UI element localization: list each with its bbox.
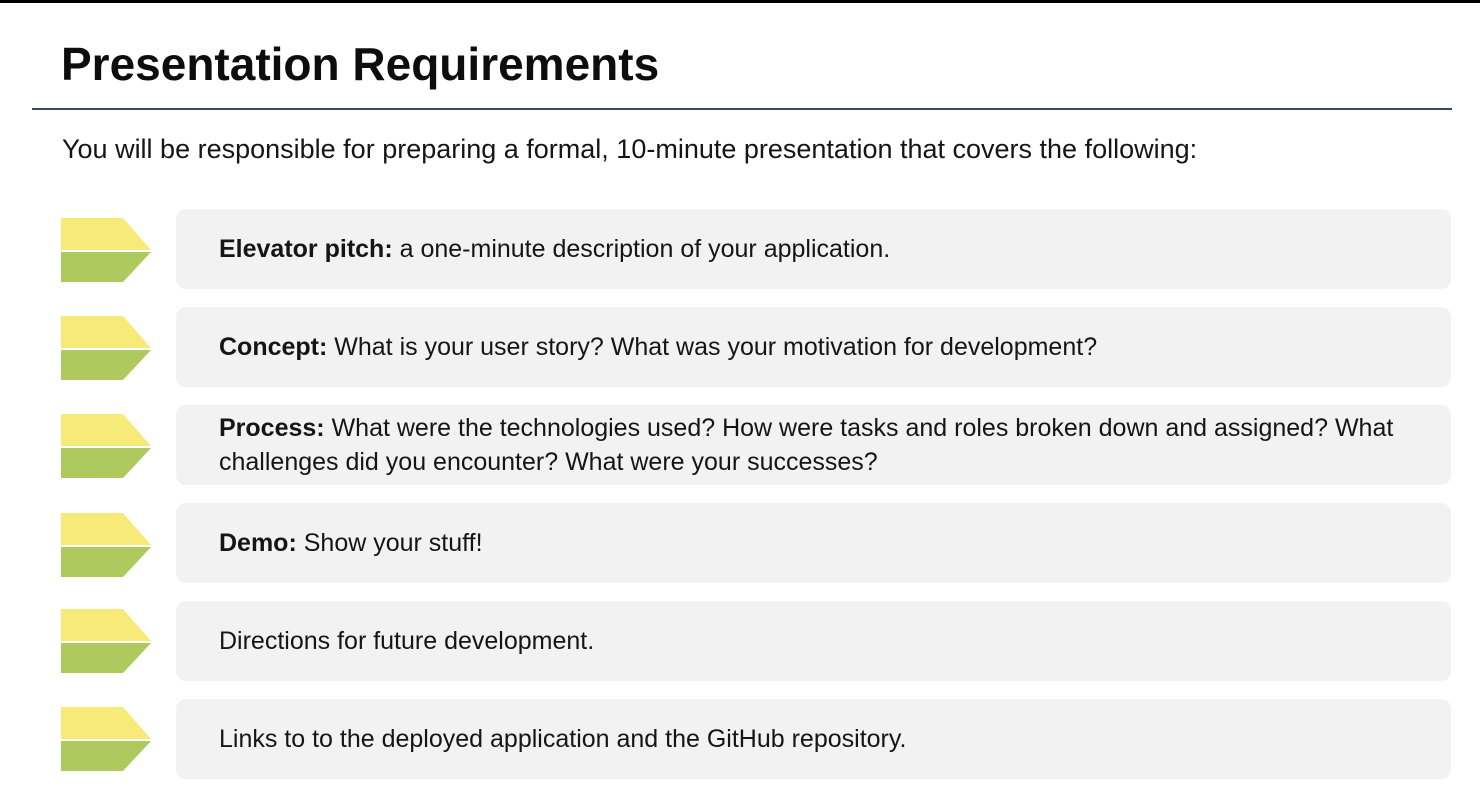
top-edge-bar [0, 0, 1480, 3]
requirement-lead: Elevator pitch: [219, 235, 393, 263]
chevron-marker-icon [61, 316, 151, 380]
slide-intro: You will be responsible for preparing a … [62, 134, 1198, 164]
requirement-text: Demo: Show your stuff! [219, 526, 483, 560]
requirement-card: Elevator pitch: a one-minute description… [176, 209, 1451, 289]
requirement-card: Demo: Show your stuff! [176, 503, 1451, 583]
requirement-body: Links to to the deployed application and… [219, 725, 907, 753]
requirement-text: Directions for future development. [219, 624, 594, 658]
slide-title: Presentation Requirements [61, 38, 660, 90]
requirement-lead: Demo: [219, 529, 297, 557]
title-divider [32, 108, 1452, 110]
requirement-text: Elevator pitch: a one-minute description… [219, 232, 890, 266]
chevron-marker-icon [61, 414, 151, 478]
requirement-card: Links to to the deployed application and… [176, 699, 1451, 779]
chevron-marker-icon [61, 218, 151, 282]
requirement-body: Show your stuff! [296, 529, 483, 557]
requirement-card: Concept: What is your user story? What w… [176, 307, 1451, 387]
chevron-marker-icon [61, 707, 151, 771]
requirement-card: Process: What were the technologies used… [176, 405, 1451, 485]
requirement-text: Links to to the deployed application and… [219, 722, 906, 756]
requirement-text: Process: What were the technologies used… [219, 411, 1421, 479]
requirement-body: Directions for future development. [219, 627, 595, 655]
requirement-body: What is your user story? What was your m… [327, 333, 1098, 361]
chevron-marker-icon [61, 609, 151, 673]
requirement-text: Concept: What is your user story? What w… [219, 330, 1097, 364]
requirement-lead: Concept: [219, 333, 328, 361]
requirement-card: Directions for future development. [176, 601, 1451, 681]
requirement-lead: Process: [219, 414, 325, 442]
requirement-body: What were the technologies used? How wer… [219, 414, 1394, 476]
chevron-marker-icon [61, 513, 151, 577]
requirement-body: a one-minute description of your applica… [392, 235, 891, 263]
